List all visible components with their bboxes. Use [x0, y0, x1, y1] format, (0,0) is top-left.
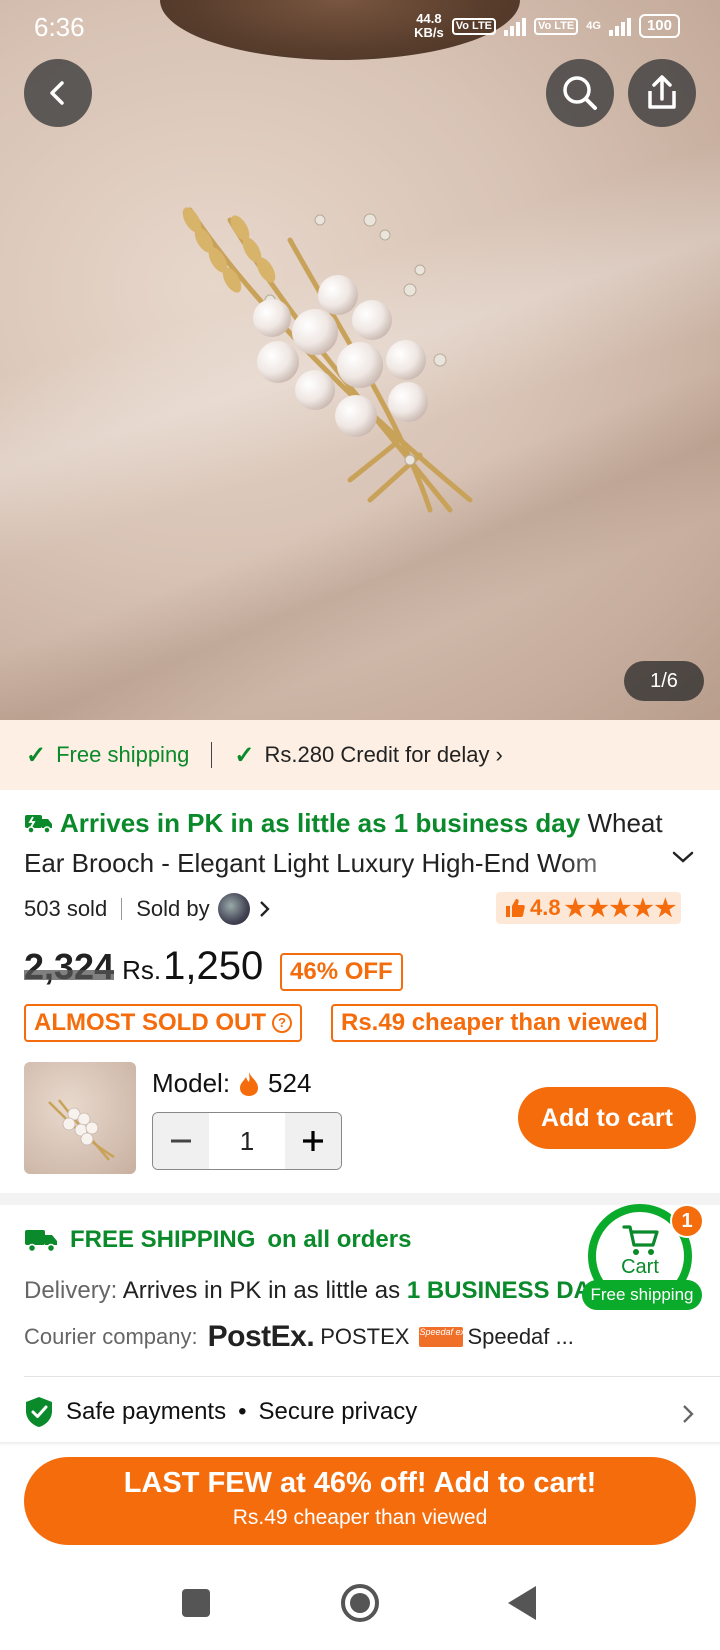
check-icon: ✓ — [234, 741, 255, 769]
free-shipping-label: Free shipping — [56, 742, 190, 767]
price-row: 2,324 Rs. 1,250 — [24, 944, 263, 992]
courier-postex: POSTEX — [320, 1324, 410, 1349]
original-price: 2,324 — [24, 946, 115, 987]
share-icon — [648, 75, 676, 109]
volte-icon: Vo LTE — [451, 17, 497, 35]
last-few-cta-button[interactable]: LAST FEW at 46% off! Add to cart! Rs.49 … — [24, 1457, 696, 1545]
network-speed: 44.8 KB/s — [414, 11, 444, 40]
divider — [24, 1376, 720, 1377]
volte-icon-2: Vo LTE — [534, 17, 579, 35]
star-rating: ★★★★★ — [564, 894, 678, 922]
add-to-cart-button[interactable]: Add to cart — [518, 1087, 696, 1149]
floating-cart-button[interactable]: Cart 1 Free shipping — [582, 1204, 704, 1310]
status-bar: 6:36 44.8 KB/s Vo LTE Vo LTE 4G 100 — [0, 0, 720, 54]
safe-payments-row[interactable]: Safe payments • Secure privacy — [24, 1396, 417, 1428]
cta-title: LAST FEW at 46% off! Add to cart! — [123, 1467, 597, 1499]
status-time: 6:36 — [34, 12, 85, 42]
divider — [121, 898, 123, 920]
bullet: • — [238, 1398, 247, 1425]
free-shipping-banner: FREE SHIPPING on all orders — [24, 1226, 411, 1254]
delay-credit-label: Rs.280 Credit for delay — [264, 742, 490, 767]
sold-by-label[interactable]: Sold by — [136, 896, 209, 922]
cart-free-shipping-label: Free shipping — [582, 1280, 702, 1310]
safe-payments-label: Safe payments — [66, 1398, 227, 1425]
divider — [211, 742, 213, 768]
variant-thumbnail[interactable] — [24, 1062, 136, 1174]
shield-check-icon — [26, 1397, 52, 1427]
home-icon[interactable] — [341, 1584, 379, 1622]
brooch-thumbnail — [48, 1099, 115, 1161]
share-button[interactable] — [628, 59, 696, 127]
courier-row: Courier company: PostEx. POSTEX Speedaf … — [24, 1320, 574, 1353]
increase-button[interactable] — [285, 1113, 341, 1169]
chevron-right-icon[interactable] — [256, 898, 274, 920]
sold-count: 503 sold — [24, 896, 108, 921]
sale-price: 1,250 — [163, 944, 264, 988]
seller-avatar[interactable] — [217, 893, 250, 925]
chevron-right-icon[interactable] — [680, 1402, 696, 1426]
secure-privacy-label: Secure privacy — [258, 1398, 418, 1425]
minus-icon — [171, 1139, 191, 1143]
plus-icon — [303, 1131, 323, 1151]
signal-icon — [504, 16, 527, 36]
model-row: Model: 524 — [152, 1068, 311, 1099]
cta-subtitle: Rs.49 cheaper than viewed — [232, 1506, 488, 1529]
check-icon: ✓ — [26, 741, 47, 769]
search-icon — [563, 76, 597, 110]
shipping-strip[interactable]: ✓ Free shipping ✓ Rs.280 Credit for dela… — [0, 720, 720, 790]
quantity-value[interactable]: 1 — [209, 1113, 285, 1169]
battery-icon: 100 — [638, 14, 680, 38]
sales-row: 503 sold Sold by — [24, 891, 274, 927]
fast-delivery-icon — [25, 815, 52, 834]
chevron-down-icon[interactable] — [670, 848, 696, 866]
status-icons: 44.8 KB/s Vo LTE Vo LTE 4G 100 — [414, 12, 680, 40]
decrease-button[interactable] — [153, 1113, 209, 1169]
image-counter: 1/6 — [624, 661, 704, 701]
back-button[interactable] — [24, 59, 92, 127]
arrival-promise: Arrives in PK in as little as 1 business… — [24, 808, 580, 838]
rating-value: 4.8 — [530, 895, 561, 920]
quantity-stepper[interactable]: 1 — [152, 1112, 342, 1170]
thumbs-up-icon — [506, 899, 525, 917]
help-icon[interactable]: ? — [271, 1013, 292, 1033]
almost-sold-out-badge[interactable]: ALMOST SOLD OUT ? — [24, 1004, 302, 1042]
cheaper-badge: Rs.49 cheaper than viewed — [331, 1004, 658, 1042]
model-count: 524 — [268, 1068, 312, 1098]
truck-icon — [25, 1230, 57, 1253]
product-page: 6:36 44.8 KB/s Vo LTE Vo LTE 4G 100 1/6 … — [0, 0, 720, 1650]
rating-badge[interactable]: 4.8 ★★★★★ — [496, 892, 682, 924]
model-label: Model: — [152, 1068, 231, 1098]
cart-count-badge: 1 — [670, 1204, 704, 1238]
cart-icon — [622, 1225, 659, 1255]
network-type: 4G — [586, 20, 601, 32]
currency: Rs. — [122, 955, 162, 985]
delivery-estimate: Delivery: Arrives in PK in as little as … — [24, 1277, 591, 1304]
postex-logo: PostEx. — [207, 1320, 315, 1353]
brooch-illustration — [182, 207, 473, 513]
product-image[interactable] — [0, 0, 720, 720]
fire-icon — [240, 1071, 259, 1096]
speedaf-logo: Speedaf express — [419, 1327, 487, 1347]
courier-speedaf: Speedaf ... — [467, 1324, 574, 1349]
chevron-left-icon — [50, 81, 64, 105]
discount-badge: 46% OFF — [280, 953, 403, 991]
back-icon[interactable] — [508, 1586, 536, 1620]
recents-icon[interactable] — [182, 1589, 210, 1617]
cart-label: Cart — [621, 1256, 659, 1278]
signal-icon-2 — [608, 16, 631, 36]
search-button[interactable] — [546, 59, 614, 127]
chevron-right-icon: › — [495, 742, 503, 767]
